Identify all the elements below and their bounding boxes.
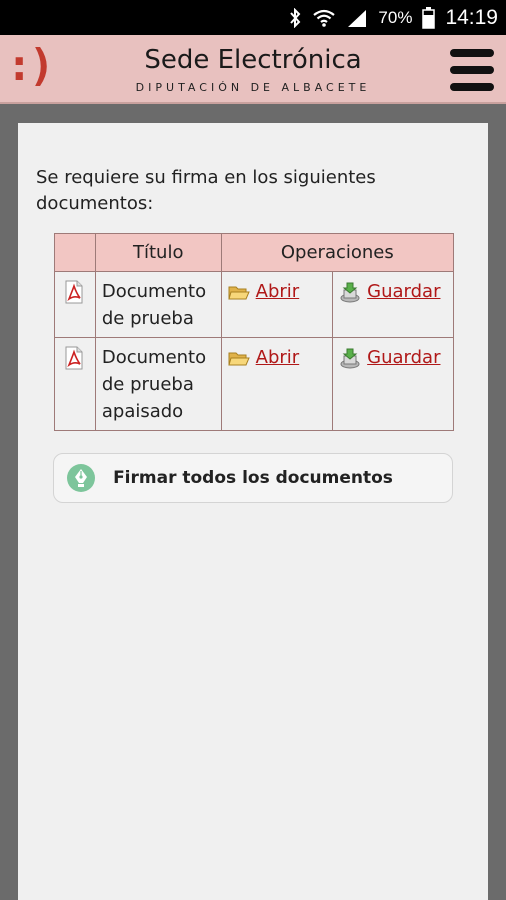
table-row: Documento de prueba apaisado Abrir Guard… [54,337,454,431]
table-header-title: Título [94,233,222,272]
status-bar-icons: 70% 14:19 [288,0,498,35]
signal-icon [346,8,368,28]
open-link[interactable]: Abrir [227,344,300,371]
menu-bar [450,66,494,74]
menu-icon[interactable] [450,49,494,91]
save-cell: Guardar [332,337,454,431]
table-header-icon [54,233,96,272]
wifi-icon [312,8,336,28]
open-link[interactable]: Abrir [227,278,300,305]
table-header-operations: Operaciones [220,233,455,272]
save-link-label[interactable]: Guardar [367,344,440,371]
sign-all-button[interactable]: Firmar todos los documentos [53,453,453,503]
open-link-label[interactable]: Abrir [256,278,300,305]
save-cell: Guardar [332,271,454,338]
table-row: Documento de prueba Abrir Guardar [54,271,454,338]
file-type-cell [54,337,96,431]
pen-nib-icon [67,464,95,492]
file-type-cell [54,271,96,338]
save-disk-icon [340,348,360,368]
sign-all-label[interactable]: Firmar todos los documentos [95,468,411,488]
app-title: Sede Electrónica [144,45,362,75]
open-cell: Abrir [220,337,334,431]
document-title: Documento de prueba apaisado [94,337,222,431]
save-link-label[interactable]: Guardar [367,278,440,305]
battery-icon [422,6,436,29]
folder-open-icon [227,352,250,365]
menu-bar [450,49,494,57]
table-header-row: Título Operaciones [54,233,455,272]
bluetooth-icon [288,7,302,28]
intro-text: Se requiere su firma en los siguientes d… [36,167,376,214]
documents-table: Título Operaciones Documento de prueba A… [54,233,455,431]
app-header: :) Sede Electrónica DIPUTACIÓN DE ALBACE… [0,35,506,104]
pdf-icon [62,346,86,375]
open-cell: Abrir [220,271,334,338]
open-link-label[interactable]: Abrir [256,344,300,371]
folder-open-icon [227,286,250,299]
save-link[interactable]: Guardar [339,278,440,305]
document-title: Documento de prueba [94,271,222,338]
app-subtitle: DIPUTACIÓN DE ALBACETE [135,81,371,94]
menu-bar [450,83,494,91]
pdf-icon [62,280,86,309]
save-disk-icon [340,282,360,302]
battery-percent: 70% [378,7,413,27]
save-link[interactable]: Guardar [339,344,440,371]
clock: 14:19 [445,5,498,29]
status-bar: 70% 14:19 [0,0,506,35]
